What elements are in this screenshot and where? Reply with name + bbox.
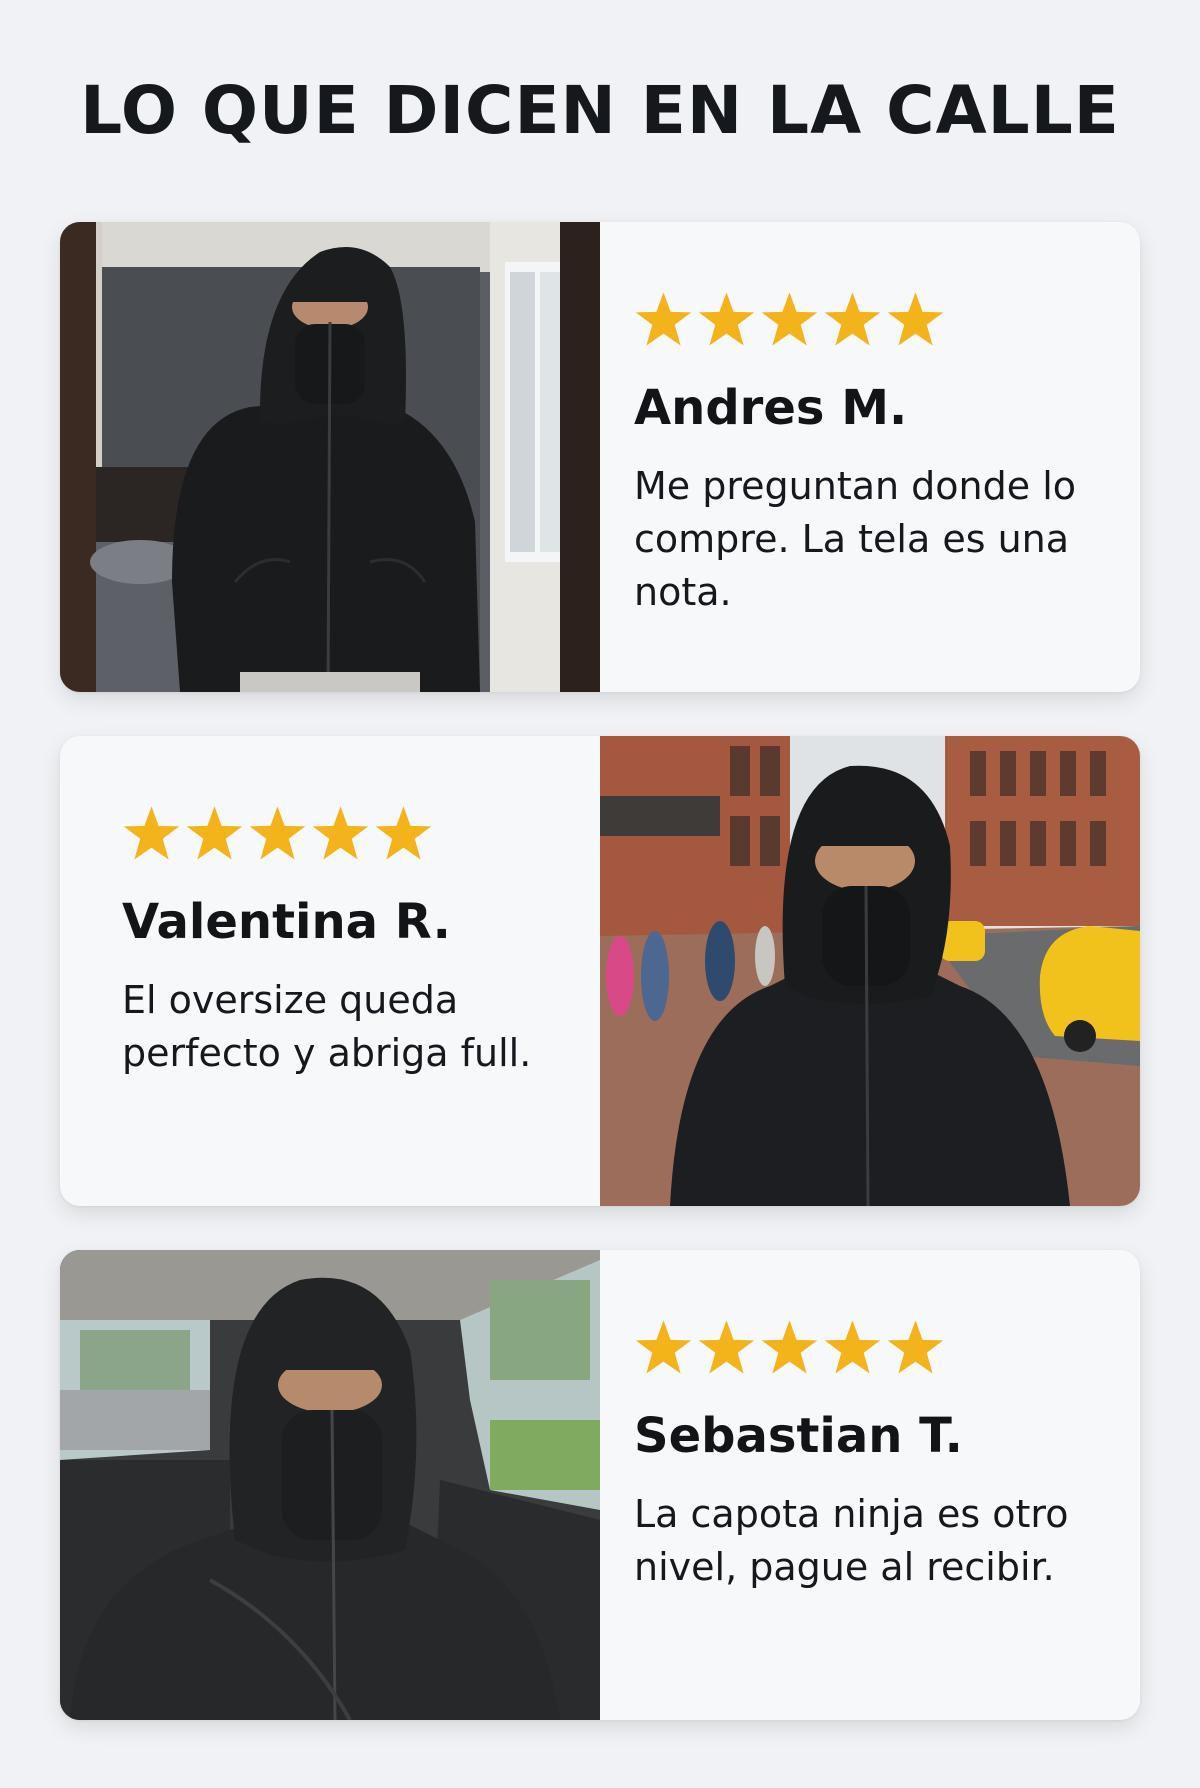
star-icon [761,292,818,346]
customer-photo [60,1250,600,1720]
review-text: La capota ninja es otro nivel, pague al … [634,1492,1069,1589]
customer-photo [60,222,600,692]
review-text: Me preguntan donde lo compre. La tela es… [634,464,1077,614]
reviewer-name: Sebastian T. [634,1408,963,1464]
star-icon [887,292,944,346]
star-icon [698,292,755,346]
star-icon [635,1320,692,1374]
star-icon [186,806,243,860]
reviewer-name: Valentina R. [122,894,451,950]
customer-photo [600,736,1140,1206]
star-icon [698,1320,755,1374]
page-title: LO QUE DICEN EN LA CALLE [80,72,1120,149]
testimonial-text-block: Valentina R. El oversize queda perfecto … [122,736,592,1206]
review-text: El oversize queda perfecto y abriga full… [122,978,532,1075]
rating-stars [634,1318,945,1378]
testimonial-card: Valentina R. El oversize queda perfecto … [60,736,1140,1206]
testimonial-text-block: Andres M. Me preguntan donde lo compre. … [634,222,1104,692]
star-icon [375,806,432,860]
star-icon [824,1320,881,1374]
star-icon [249,806,306,860]
street-photo-illustration [600,736,1140,1206]
car-photo-illustration [60,1250,600,1720]
star-icon [761,1320,818,1374]
bedroom-photo-illustration [60,222,600,692]
rating-stars [122,804,433,864]
testimonial-card: Andres M. Me preguntan donde lo compre. … [60,222,1140,692]
rating-stars [634,290,945,350]
star-icon [824,292,881,346]
testimonial-card: Sebastian T. La capota ninja es otro niv… [60,1250,1140,1720]
star-icon [635,292,692,346]
testimonial-text-block: Sebastian T. La capota ninja es otro niv… [634,1250,1104,1720]
star-icon [312,806,369,860]
star-icon [123,806,180,860]
reviewer-name: Andres M. [634,380,908,436]
star-icon [887,1320,944,1374]
